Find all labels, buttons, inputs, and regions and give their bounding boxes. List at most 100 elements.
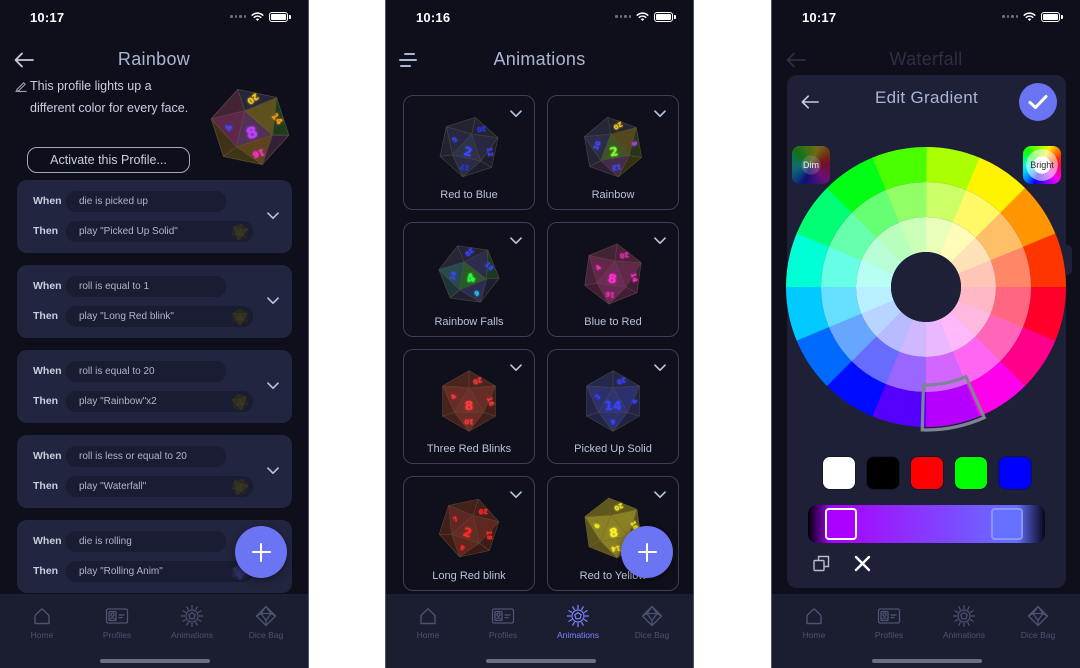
rule-card[interactable]: When Then die is picked up play "Picked … (17, 180, 292, 253)
status-icons (615, 11, 676, 22)
wifi-icon (251, 11, 264, 22)
chevron-down-icon[interactable] (267, 467, 279, 475)
tab-animations[interactable]: Animations (931, 604, 997, 640)
then-action-field[interactable]: play "Long Red blink" (66, 306, 253, 327)
then-action-field[interactable]: play "Waterfall" (66, 476, 253, 497)
chevron-down-icon[interactable] (510, 237, 522, 245)
color-wheel[interactable] (781, 142, 1071, 432)
animation-name: Blue to Red (584, 316, 642, 328)
animations-screen: 10:16 Animations 2 20 12 17 5 Red to Blue 22… (385, 0, 694, 668)
swatch-green[interactable] (954, 456, 988, 490)
then-action-field[interactable]: play "Rainbow"x2 (66, 391, 253, 412)
check-icon (1028, 95, 1048, 109)
when-condition-field[interactable]: roll is equal to 1 (66, 276, 226, 297)
die-image (232, 308, 248, 325)
chevron-down-icon[interactable] (267, 212, 279, 220)
edit-gradient-modal: Edit Gradient Dim Bright (785, 75, 1072, 588)
activate-profile-button[interactable]: Activate this Profile... (27, 147, 190, 173)
die-number: 16 (605, 290, 616, 299)
home-icon (416, 604, 440, 628)
home-indicator (872, 659, 982, 663)
gradient-bar[interactable] (808, 505, 1045, 543)
animation-card[interactable]: 2 20 12 17 5 Red to Blue (403, 95, 535, 210)
when-label: When (33, 535, 62, 547)
profile-description[interactable]: This profile lights up a different color… (30, 76, 195, 119)
add-rule-button[interactable] (235, 526, 287, 578)
duplicate-icon[interactable] (813, 555, 830, 572)
tab-dice-bag[interactable]: Dice Bag (233, 604, 299, 640)
then-action-text: play "Rainbow"x2 (79, 396, 157, 407)
when-condition-text: roll is equal to 1 (79, 281, 150, 292)
when-condition-field[interactable]: roll is equal to 20 (66, 361, 226, 382)
profile-screen: 10:17 Rainbow This profile lights up a d… (0, 0, 309, 668)
tab-profiles[interactable]: Profiles (856, 604, 922, 640)
tab-label: Home (30, 630, 54, 640)
tab-bar: Home Profiles Animations Dice Bag (0, 594, 308, 668)
chevron-down-icon[interactable] (654, 237, 666, 245)
pencil-icon[interactable] (15, 80, 27, 92)
when-condition-field[interactable]: die is rolling (66, 531, 226, 552)
die-number: 12 (485, 147, 494, 158)
when-condition-text: die is rolling (79, 536, 132, 547)
tab-animations[interactable]: Animations (545, 604, 611, 640)
die-face-glow (232, 308, 240, 313)
then-action-text: play "Long Red blink" (79, 311, 174, 322)
animation-card[interactable]: 8 20 14 16 4 Blue to Red (547, 222, 679, 337)
die-number: 20 (476, 124, 487, 133)
animations-icon (952, 604, 976, 628)
tab-animations[interactable]: Animations (159, 604, 225, 640)
animation-thumbnail (231, 223, 249, 241)
tab-home[interactable]: Home (395, 604, 461, 640)
chevron-down-icon[interactable] (654, 491, 666, 499)
chevron-down-icon[interactable] (267, 297, 279, 305)
swatch-red[interactable] (910, 456, 944, 490)
tab-label: Animations (556, 630, 600, 640)
rule-card[interactable]: When Then roll is equal to 1 play "Long … (17, 265, 292, 338)
chevron-down-icon[interactable] (510, 491, 522, 499)
then-action-field[interactable]: play "Picked Up Solid" (66, 221, 253, 242)
animations-icon (180, 604, 204, 628)
chevron-down-icon[interactable] (654, 364, 666, 372)
swatch-white[interactable] (822, 456, 856, 490)
then-action-text: play "Waterfall" (79, 481, 147, 492)
when-condition-field[interactable]: die is picked up (66, 191, 226, 212)
then-label: Then (33, 565, 59, 577)
tab-home[interactable]: Home (9, 604, 75, 640)
animation-card[interactable]: 2 20 8 12 10 Rainbow (547, 95, 679, 210)
die-number: 8 (465, 398, 474, 413)
tab-profiles[interactable]: Profiles (470, 604, 536, 640)
tab-profiles[interactable]: Profiles (84, 604, 150, 640)
confirm-button[interactable] (1019, 83, 1057, 121)
tab-dice-bag[interactable]: Dice Bag (1005, 604, 1071, 640)
animation-card[interactable]: 8 20 16 10 4 Three Red Blinks (403, 349, 535, 464)
chevron-down-icon[interactable] (510, 364, 522, 372)
die-image: 42018614 (438, 245, 500, 303)
battery-icon (269, 11, 291, 22)
chevron-down-icon[interactable] (510, 110, 522, 118)
delete-x-icon[interactable] (854, 555, 871, 572)
gradient-stop-handle[interactable] (991, 508, 1024, 540)
dice-bag-icon (1026, 604, 1050, 628)
die-number: 14 (604, 398, 622, 413)
chevron-down-icon[interactable] (654, 110, 666, 118)
animation-card[interactable]: 4 20 18 6 14 Rainbow Falls (403, 222, 535, 337)
die-image (232, 393, 248, 410)
animation-card[interactable]: 14 20 4 6 2 Picked Up Solid (547, 349, 679, 464)
gradient-stop-handle[interactable] (825, 508, 858, 540)
then-action-text: play "Rolling Anim" (79, 566, 163, 577)
add-animation-button[interactable] (621, 526, 673, 578)
chevron-down-icon[interactable] (267, 382, 279, 390)
when-condition-field[interactable]: roll is less or equal to 20 (66, 446, 226, 467)
then-action-field[interactable]: play "Rolling Anim" (66, 561, 253, 582)
wifi-icon (636, 11, 649, 22)
animation-card[interactable]: 2 20 18 4 7 Long Red blink (403, 476, 535, 591)
tab-dice-bag[interactable]: Dice Bag (619, 604, 685, 640)
page-title: Rainbow (117, 49, 191, 69)
swatch-blue[interactable] (998, 456, 1032, 490)
home-icon (802, 604, 826, 628)
animation-die-image: 8 20 14 16 4 (580, 241, 646, 307)
rule-card[interactable]: When Then roll is equal to 20 play "Rain… (17, 350, 292, 423)
tab-home[interactable]: Home (781, 604, 847, 640)
rule-card[interactable]: When Then roll is less or equal to 20 pl… (17, 435, 292, 508)
swatch-black[interactable] (866, 456, 900, 490)
